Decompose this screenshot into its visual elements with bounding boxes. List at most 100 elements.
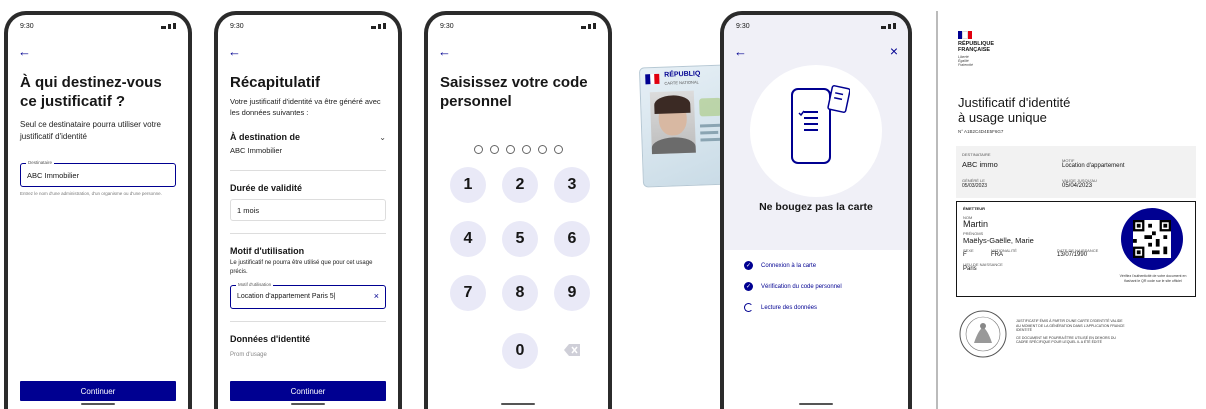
page-title: Récapitulatif [230,74,321,91]
progress-steps: ✓ Connexion à la carte ✓ Vérification du c… [744,261,842,324]
status-bar: 9:30 [218,15,398,37]
home-indicator [291,403,325,405]
prenoms-value: Maëlys-Gaëlle, Marie [963,236,1034,245]
pin-dot [537,145,547,154]
phone-card-illustration-icon [790,83,851,172]
marianne-logo: RÉPUBLIQUE FRANÇAISE Liberté Égalité Fra… [958,31,994,67]
sexe-value: F [963,252,967,258]
identity-document: RÉPUBLIQUE FRANÇAISE Liberté Égalité Fra… [936,11,1206,409]
key-7[interactable]: 7 [450,275,486,311]
signal-battery-icon [161,23,176,29]
phone-reading-screen: 9:30 ← × Ne bougez pas la carte ✓ Connexi… [720,11,912,409]
key-3[interactable]: 3 [554,167,590,203]
destination-value: ABC Immobilier [230,146,283,155]
status-bar: 9:30 [428,15,608,37]
home-indicator [799,403,833,405]
step-label: Connexion à la carte [761,262,817,269]
key-1[interactable]: 1 [450,167,486,203]
birth-value: 13/07/1990 [1057,252,1088,258]
step-label: Vérification du code personnel [761,283,842,290]
issuer-panel: ÉMETTEUR NOM Martin PRÉNOMS Maëlys-Gaëll… [956,201,1196,297]
dest-value: ABC immo [962,160,998,169]
destination-row[interactable]: À destination de ⌄ [230,132,386,142]
back-arrow-icon[interactable]: ← [18,45,31,58]
reading-title: Ne bougez pas la carte [759,201,873,213]
validity-value: 1 mois [237,206,260,215]
spinner-icon [744,303,753,312]
seal-stamp-icon [958,309,1008,359]
identity-sub: Prom d'usage [230,352,267,358]
key-0[interactable]: 0 [502,333,538,369]
pin-dot [489,145,499,154]
validity-field[interactable]: 1 mois [230,199,386,221]
phone-pin-screen: 9:30 ← Saisissez votre code personnel 1 … [424,11,612,409]
showcase: 9:30 ← À qui destinez-vous ce justificat… [0,0,1206,409]
close-icon[interactable]: × [890,43,898,59]
nom-value: Martin [963,219,989,229]
qr-badge [1121,208,1183,270]
dest-label: DESTINATAIRE [962,152,991,157]
pin-dot [553,145,563,154]
emit-label: ÉMETTEUR [963,206,985,211]
identity-label: Données d'identité [230,334,311,344]
stamp-note: JUSTIFICATIF ÉMIS À PARTIR D'UNE CARTE D… [1016,319,1126,345]
check-icon: ✓ [744,261,753,270]
destination-label: À destination de [230,132,301,142]
back-arrow-icon[interactable]: ← [228,45,241,58]
page-title: À qui destinez-vous ce justificatif ? [20,74,162,110]
card-portrait [649,90,696,155]
devise3: Fraternité [958,63,973,67]
recipient-input-label: Destinataire [26,160,55,165]
card-header: RÉPUBLIQ [664,70,701,79]
recipient-hint: Entrez le nom d'une administration, d'un… [20,191,162,196]
status-time: 9:30 [440,22,454,30]
qr-caption: Vérifiez l'authenticité de votre documen… [1119,274,1187,283]
doc-title-line2: à usage unique [958,110,1047,125]
rf-line2: FRANÇAISE [958,47,991,53]
status-time: 9:30 [20,22,34,30]
back-arrow-icon[interactable]: ← [734,45,747,58]
recipient-panel: DESTINATAIRE ABC immo MOTIF Location d'a… [956,146,1196,198]
id-card: RÉPUBLIQ CARTE NATIONAL [638,64,732,188]
doc-number: N° A1B2C4D4E5F6G7 [958,129,1004,134]
key-8[interactable]: 8 [502,275,538,311]
motif-input[interactable]: Motif d'utilisation Location d'apparteme… [230,282,386,309]
qr-code-icon [1133,220,1171,258]
stamp-note-1: JUSTIFICATIF ÉMIS À PARTIR D'UNE CARTE D… [1016,319,1125,332]
home-indicator [81,403,115,405]
phone-recipient-screen: 9:30 ← À qui destinez-vous ce justificat… [4,11,192,409]
signal-battery-icon [581,23,596,29]
clear-icon[interactable]: × [374,291,379,308]
step-reading: Lecture des données [744,303,842,312]
key-4[interactable]: 4 [450,221,486,257]
pin-dot [473,145,483,154]
pin-dot [505,145,515,154]
gen-value: 05/03/2023 [962,183,988,189]
home-indicator [501,403,535,405]
key-9[interactable]: 9 [554,275,590,311]
continue-button[interactable]: Continuer [230,381,386,401]
key-5[interactable]: 5 [502,221,538,257]
status-bar: 9:30 [8,15,188,37]
flag-icon [645,73,660,85]
key-6[interactable]: 6 [554,221,590,257]
place-value: Paris [963,266,977,272]
recipient-input[interactable]: Destinataire ABC Immobilier [20,160,176,187]
valid-value: 05/04/2023 [1062,183,1093,189]
recipient-input-value: ABC Immobilier [27,171,80,180]
description: Votre justificatif d'identité va être gé… [230,97,381,117]
stamp-note-2: CE DOCUMENT NE POURRA ÊTRE UTILISÉ EN DE… [1016,335,1116,345]
doc-title-line1: Justificatif d'identité [958,95,1071,110]
signal-battery-icon [881,23,896,29]
back-arrow-icon[interactable]: ← [438,45,451,58]
card-subheader: CARTE NATIONAL [664,79,699,86]
status-bar: 9:30 [724,15,908,37]
step-connection: ✓ Connexion à la carte [744,261,842,270]
backspace-icon[interactable] [564,343,580,361]
motif-value: Location d'appartement [1062,163,1125,169]
key-2[interactable]: 2 [502,167,538,203]
status-time: 9:30 [736,22,750,30]
continue-button[interactable]: Continuer [20,381,176,401]
description: Seul ce destinataire pourra utiliser vot… [20,120,161,141]
step-label: Lecture des données [761,304,818,311]
